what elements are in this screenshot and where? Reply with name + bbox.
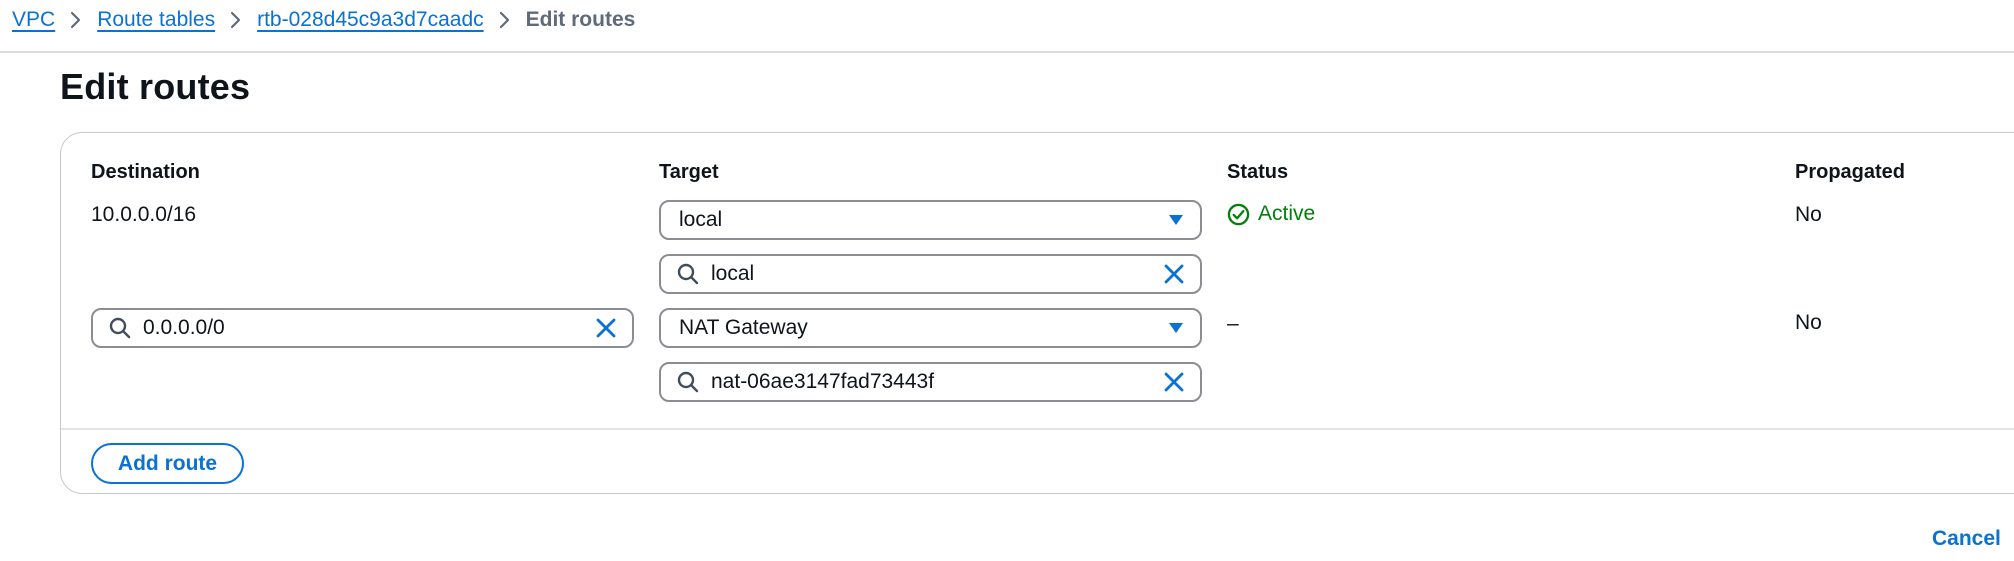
add-route-button[interactable]: Add route bbox=[91, 443, 244, 484]
status-text: – bbox=[1227, 312, 1239, 335]
close-icon[interactable] bbox=[1164, 372, 1184, 392]
target-type-select[interactable]: local bbox=[659, 200, 1202, 240]
breadcrumb: VPC Route tables rtb-028d45c9a3d7caadc E… bbox=[0, 0, 2014, 40]
status-text: Active bbox=[1258, 202, 1316, 225]
search-icon bbox=[677, 371, 699, 393]
caret-down-icon bbox=[1168, 322, 1184, 334]
header-divider bbox=[0, 51, 2014, 53]
target-type-value: NAT Gateway bbox=[679, 316, 808, 339]
cancel-button[interactable]: Cancel bbox=[1932, 527, 2001, 551]
target-search-value: local bbox=[711, 262, 755, 285]
target-search-input[interactable]: local bbox=[659, 254, 1202, 294]
breadcrumb-route-table-id-link[interactable]: rtb-028d45c9a3d7caadc bbox=[257, 8, 484, 32]
column-header-destination: Destination bbox=[91, 161, 200, 183]
chevron-right-icon bbox=[229, 11, 243, 29]
close-icon[interactable] bbox=[596, 318, 616, 338]
close-icon[interactable] bbox=[1164, 264, 1184, 284]
search-icon bbox=[677, 263, 699, 285]
target-search-input[interactable]: nat-06ae3147fad73443f bbox=[659, 362, 1202, 402]
column-header-target: Target bbox=[659, 161, 719, 183]
chevron-right-icon bbox=[498, 11, 512, 29]
status-badge: Active bbox=[1227, 202, 1315, 226]
propagated-text: No bbox=[1795, 203, 1822, 226]
destination-value: 0.0.0.0/0 bbox=[143, 316, 225, 339]
column-header-status: Status bbox=[1227, 161, 1289, 183]
target-type-value: local bbox=[679, 208, 723, 231]
column-header-propagated: Propagated bbox=[1795, 161, 1906, 183]
target-type-select[interactable]: NAT Gateway bbox=[659, 308, 1202, 348]
search-icon bbox=[109, 317, 131, 339]
chevron-right-icon bbox=[69, 11, 83, 29]
check-circle-icon bbox=[1227, 203, 1250, 226]
caret-down-icon bbox=[1168, 214, 1184, 226]
breadcrumb-route-tables-link[interactable]: Route tables bbox=[97, 8, 215, 32]
breadcrumb-current: Edit routes bbox=[525, 8, 636, 31]
breadcrumb-vpc-link[interactable]: VPC bbox=[12, 8, 55, 32]
page-title: Edit routes bbox=[60, 66, 251, 107]
container-footer-divider bbox=[61, 428, 2014, 430]
destination-input[interactable]: 0.0.0.0/0 bbox=[91, 308, 634, 348]
target-search-value: nat-06ae3147fad73443f bbox=[711, 370, 935, 393]
propagated-text: No bbox=[1795, 311, 1822, 334]
route-destination-text: 10.0.0.0/16 bbox=[91, 203, 197, 226]
